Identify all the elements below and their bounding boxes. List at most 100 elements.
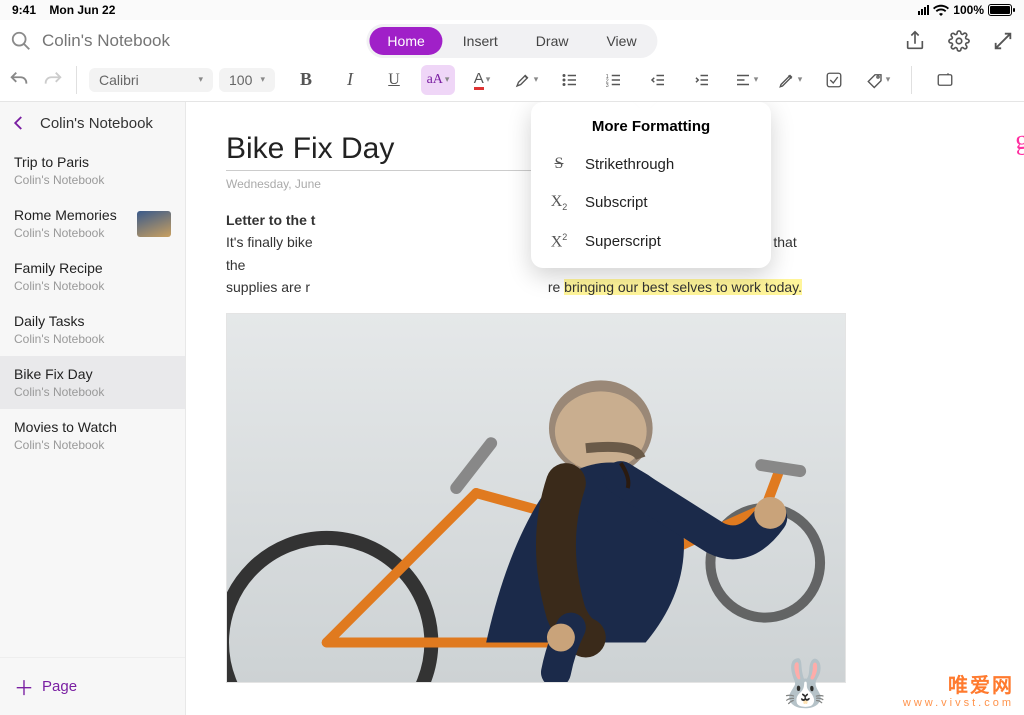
chevron-down-icon: ▾	[798, 74, 803, 85]
underline-button[interactable]: U	[377, 65, 411, 95]
battery-icon	[988, 4, 1012, 16]
sidebar-list: Trip to Paris Colin's Notebook Rome Memor…	[0, 144, 185, 657]
sidebar-item[interactable]: Family Recipe Colin's Notebook	[0, 250, 185, 303]
insert-button[interactable]	[928, 65, 962, 95]
chevron-down-icon: ▾	[260, 74, 265, 85]
chevron-down-icon: ▾	[754, 74, 759, 85]
numbered-list-button[interactable]: 123	[597, 65, 631, 95]
sidebar-item[interactable]: Daily Tasks Colin's Notebook	[0, 303, 185, 356]
popover-title: More Formatting	[531, 108, 771, 145]
sidebar-item-sub: Colin's Notebook	[14, 226, 117, 240]
italic-button[interactable]: I	[333, 65, 367, 95]
paragraph-text: It's finally bike	[226, 234, 313, 250]
add-page-label: Page	[42, 678, 77, 695]
sidebar-header-title: Colin's Notebook	[40, 115, 153, 132]
chevron-down-icon: ▾	[445, 74, 450, 85]
cellular-icon	[918, 5, 929, 15]
divider	[76, 66, 77, 94]
popover-item-superscript[interactable]: X2 Superscript	[531, 222, 771, 261]
settings-icon[interactable]	[948, 30, 970, 52]
status-date: Mon Jun 22	[49, 3, 115, 17]
sidebar-item-title: Rome Memories	[14, 207, 117, 223]
svg-text:3: 3	[606, 82, 609, 88]
share-icon[interactable]	[904, 30, 926, 52]
superscript-icon: X2	[549, 232, 569, 251]
sidebar-item-sub: Colin's Notebook	[14, 332, 104, 346]
search-icon[interactable]	[10, 30, 32, 52]
sidebar: Colin's Notebook Trip to Paris Colin's No…	[0, 102, 186, 715]
popover-item-label: Strikethrough	[585, 156, 674, 173]
search-input[interactable]	[42, 31, 242, 51]
styles-button[interactable]: ▾	[773, 65, 807, 95]
status-bar: 9:41 Mon Jun 22 100%	[0, 0, 1024, 20]
popover-item-strikethrough[interactable]: S Strikethrough	[531, 145, 771, 183]
watermark-url: www.vivst.com	[903, 698, 1014, 709]
wifi-icon	[933, 4, 949, 16]
subscript-icon: X2	[549, 193, 569, 212]
sidebar-item-title: Daily Tasks	[14, 313, 104, 329]
app-topbar: Home Insert Draw View	[0, 20, 1024, 62]
redo-icon[interactable]	[42, 69, 64, 91]
indent-button[interactable]	[685, 65, 719, 95]
tab-draw[interactable]: Draw	[518, 27, 587, 55]
sidebar-item-title: Trip to Paris	[14, 154, 104, 170]
ink-annotation: go team!	[1014, 119, 1024, 158]
fullscreen-icon[interactable]	[992, 30, 1014, 52]
tab-view[interactable]: View	[588, 27, 654, 55]
sidebar-item[interactable]: Rome Memories Colin's Notebook	[0, 197, 185, 250]
sidebar-item-title: Movies to Watch	[14, 419, 117, 435]
chevron-down-icon: ▾	[534, 74, 539, 85]
sidebar-item[interactable]: Movies to Watch Colin's Notebook	[0, 409, 185, 462]
sidebar-item-sub: Colin's Notebook	[14, 438, 117, 452]
plus-icon: ＋	[14, 672, 34, 701]
sidebar-item[interactable]: Bike Fix Day Colin's Notebook	[0, 356, 185, 409]
sidebar-item-sub: Colin's Notebook	[14, 385, 104, 399]
highlight-button[interactable]: ▾	[509, 65, 543, 95]
inserted-image[interactable]	[226, 313, 846, 683]
status-time: 9:41	[12, 3, 36, 17]
more-formatting-popover: More Formatting S Strikethrough X2 Subsc…	[531, 102, 771, 268]
undo-icon[interactable]	[8, 69, 30, 91]
sidebar-item-title: Family Recipe	[14, 260, 104, 276]
paragraph-text: supplies are r	[226, 279, 310, 295]
popover-item-label: Superscript	[585, 233, 661, 250]
font-family-label: Calibri	[99, 72, 139, 88]
todo-button[interactable]	[817, 65, 851, 95]
paragraph-highlight: bringing our best selves to work today.	[564, 279, 802, 295]
popover-item-subscript[interactable]: X2 Subscript	[531, 183, 771, 222]
sidebar-item-thumb	[137, 211, 171, 237]
chevron-left-icon	[10, 114, 28, 132]
font-color-button[interactable]: A▾	[465, 65, 499, 95]
watermark-mascot: 🐰	[777, 656, 834, 711]
font-family-select[interactable]: Calibri▾	[89, 68, 213, 92]
chevron-down-icon: ▾	[486, 74, 491, 85]
popover-item-label: Subscript	[585, 194, 648, 211]
paragraph-text: re	[548, 279, 564, 295]
add-page-button[interactable]: ＋ Page	[0, 657, 185, 715]
bold-button[interactable]: B	[289, 65, 323, 95]
sidebar-item[interactable]: Trip to Paris Colin's Notebook	[0, 144, 185, 197]
watermark: 唯爱网 www.vivst.com	[903, 676, 1014, 709]
chevron-down-icon: ▾	[886, 74, 891, 85]
strikethrough-icon: S	[549, 155, 569, 173]
tag-button[interactable]: ▾	[861, 65, 895, 95]
app-body: Colin's Notebook Trip to Paris Colin's No…	[0, 102, 1024, 715]
tab-home[interactable]: Home	[369, 27, 442, 55]
watermark-text: 唯爱网	[903, 676, 1014, 696]
divider	[911, 66, 912, 94]
font-size-select[interactable]: 100 ▾	[219, 68, 275, 92]
sidebar-item-title: Bike Fix Day	[14, 366, 104, 382]
formatting-toolbar: Calibri▾ 100▾ B I U aA▾ A▾ ▾ 123 ▾ ▾ ▾	[0, 62, 1024, 102]
sidebar-item-sub: Colin's Notebook	[14, 279, 104, 293]
ribbon-tabs: Home Insert Draw View	[366, 24, 657, 58]
tab-insert[interactable]: Insert	[445, 27, 516, 55]
outdent-button[interactable]	[641, 65, 675, 95]
bullet-list-button[interactable]	[553, 65, 587, 95]
paragraph-align-button[interactable]: ▾	[729, 65, 763, 95]
font-size-label: 100	[229, 72, 252, 88]
sidebar-item-sub: Colin's Notebook	[14, 173, 104, 187]
sidebar-back[interactable]: Colin's Notebook	[0, 102, 185, 144]
more-formatting-button[interactable]: aA▾	[421, 65, 455, 95]
page-content: Wednesday, June Letter to the t It's fin…	[186, 102, 1024, 715]
paragraph-bold: Letter to the t	[226, 212, 315, 228]
